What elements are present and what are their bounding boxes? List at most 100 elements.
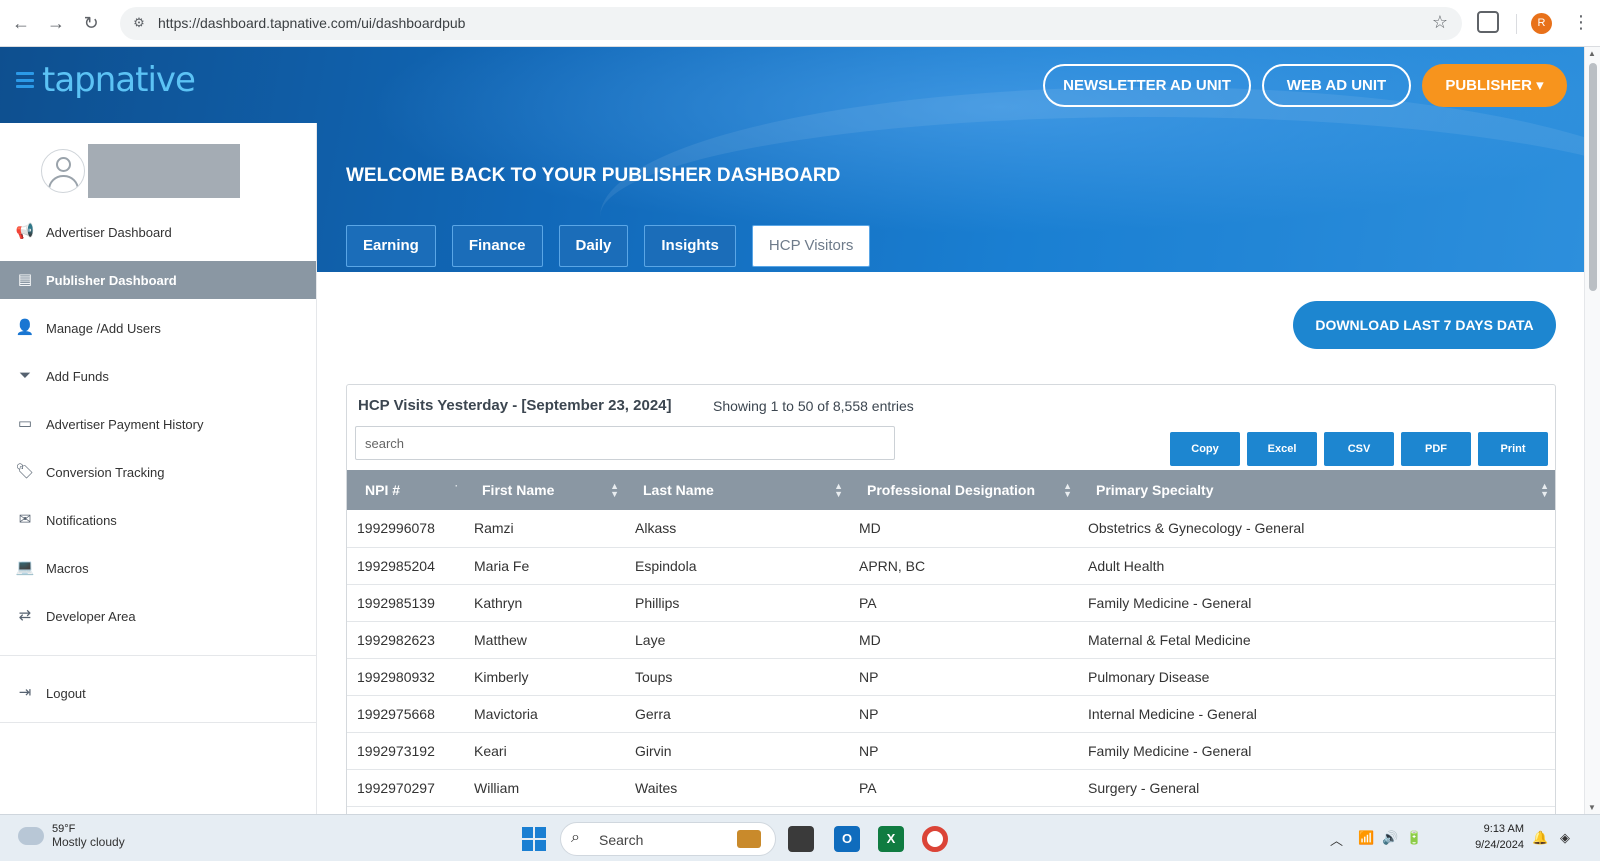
download-last-7-days-button[interactable]: DOWNLOAD LAST 7 DAYS DATA [1293,301,1556,349]
table-cell: PA [849,769,1078,807]
site-info-icon[interactable]: ⚙ [130,14,148,32]
laptop-code-icon: 💻 [15,559,35,576]
copilot-icon[interactable]: ◈ [1560,830,1570,846]
newsletter-ad-unit-button[interactable]: NEWSLETTER AD UNIT [1043,64,1251,107]
column-header-first-name[interactable]: First Name ▲ ▼ [464,470,625,510]
weather-widget[interactable]: 59°F Mostly cloudy [16,821,125,849]
table-row[interactable]: 1992980932 Kimberly Toups NP Pulmonary Disea… [347,658,1555,696]
table-cell: Alkass [625,510,849,548]
sidebar-item-publisher-dashboard[interactable]: ▤ Publisher Dashboard [0,261,316,299]
table-row[interactable]: 1992985139 Kathryn Phillips PA Family Medici… [347,584,1555,622]
system-clock[interactable]: 9:13 AM 9/24/2024 [1452,821,1524,853]
table-row[interactable]: 1992970297 William Waites PA Surgery - Gener… [347,769,1555,807]
tag-icon: 🏷 [15,463,35,480]
battery-icon[interactable]: 🔋 [1406,830,1422,846]
address-bar[interactable]: ⚙ https://dashboard.tapnative.com/ui/das… [120,7,1462,40]
sort-icon[interactable]: ▲ ▼ [834,482,843,499]
pdf-button[interactable]: PDF [1401,432,1471,466]
url-text[interactable]: https://dashboard.tapnative.com/ui/dashb… [158,15,465,31]
bookmark-star-icon[interactable]: ☆ [1432,12,1448,33]
windows-start-icon[interactable] [522,827,546,851]
sidebar-item-developer-area[interactable]: ⇄ Developer Area [0,597,316,635]
back-icon[interactable]: ← [10,12,32,34]
table-body: 1992996078 Ramzi Alkass MD Obstetrics & Gyne… [347,510,1555,807]
logo[interactable]: tapnative [16,60,196,100]
hamburger-menu-icon[interactable] [16,72,34,88]
print-button[interactable]: Print [1478,432,1548,466]
sidebar-item-manage-users[interactable]: 👤 Manage /Add Users [0,309,316,347]
scrollbar-thumb[interactable] [1589,63,1597,291]
table-cell: Maria Fe [464,547,625,585]
sort-icon[interactable]: ▲ ▼ [1540,482,1549,499]
table-cell: NP [849,658,1078,696]
table-cell: Laye [625,621,849,659]
column-header-designation[interactable]: Professional Designation ▲ ▼ [849,470,1078,510]
show-hidden-icons[interactable]: ︿ [1330,830,1343,849]
excel-button[interactable]: Excel [1247,432,1317,466]
briefcase-icon [737,830,761,848]
sidebar-item-notifications[interactable]: ✉ Notifications [0,501,316,539]
browser-menu-icon[interactable]: ⋮ [1572,12,1590,33]
csv-button[interactable]: CSV [1324,432,1394,466]
page-title: WELCOME BACK TO YOUR PUBLISHER DASHBOARD [346,165,841,186]
user-avatar[interactable] [41,149,85,193]
sign-out-icon: ⇥ [18,684,32,701]
file-explorer-icon[interactable] [788,826,814,852]
table-row[interactable]: 1992985204 Maria Fe Espindola APRN, BC Adult… [347,547,1555,585]
column-header-last-name[interactable]: Last Name ▲ ▼ [625,470,849,510]
table-row[interactable]: 1992982623 Matthew Laye MD Maternal & Fetal … [347,621,1555,659]
sidebar-item-macros[interactable]: 💻 Macros [0,549,316,587]
table-cell: Toups [625,658,849,696]
tab-daily[interactable]: Daily [558,225,629,267]
sidebar-item-logout[interactable]: ⇥ Logout [0,674,316,712]
tab-earning[interactable]: Earning [346,225,436,267]
extensions-icon[interactable] [1477,11,1499,33]
tab-insights[interactable]: Insights [644,225,736,267]
sort-icon[interactable]: ▲ ▼ [1063,482,1072,499]
tab-hcp-visitors[interactable]: HCP Visitors [751,225,871,267]
taskbar-search[interactable]: ⌕ Search [560,822,776,856]
scroll-down-icon[interactable]: ▼ [1588,803,1596,812]
table-cell: 1992985139 [347,584,464,622]
redacted-username [88,144,240,198]
table-row[interactable]: 1992973192 Keari Girvin NP Family Medicine -… [347,732,1555,770]
forward-icon[interactable]: → [45,12,67,34]
volume-icon[interactable]: 🔊 [1382,830,1398,846]
reload-icon[interactable]: ↻ [80,12,102,34]
notification-bell-icon[interactable]: 🔔 [1532,830,1548,846]
sidebar-item-add-funds[interactable]: ⏷ Add Funds [0,357,316,395]
hcp-visits-panel: HCP Visits Yesterday - [September 23, 20… [346,384,1556,814]
publisher-dropdown-button[interactable]: PUBLISHER ▾ [1422,64,1567,107]
sidebar: 📢 Advertiser Dashboard ▤ Publisher Dashb… [0,123,317,814]
column-header-npi[interactable]: NPI # · [347,470,464,510]
sidebar-item-advertiser-dashboard[interactable]: 📢 Advertiser Dashboard [0,213,316,251]
table-row[interactable]: 1992975668 Mavictoria Gerra NP Internal Medi… [347,695,1555,733]
hcp-visitors-table: NPI # · First Name ▲ ▼ Last Name ▲ ▼ Professi… [347,470,1555,807]
sidebar-item-label: Conversion Tracking [46,464,165,480]
table-cell: William [464,769,625,807]
page-scrollbar[interactable]: ▲ ▼ [1584,47,1600,814]
table-cell: Family Medicine - General [1078,584,1555,622]
table-cell: 1992982623 [347,621,464,659]
table-row[interactable]: 1992996078 Ramzi Alkass MD Obstetrics & Gyne… [347,510,1555,548]
profile-avatar[interactable]: R [1531,13,1552,34]
weather-description: Mostly cloudy [52,835,125,849]
sort-icon[interactable]: · [455,482,458,491]
web-ad-unit-button[interactable]: WEB AD UNIT [1262,64,1411,107]
export-buttons: Copy Excel CSV PDF Print [1170,432,1555,466]
chrome-icon[interactable] [922,826,948,852]
sidebar-item-conversion-tracking[interactable]: 🏷 Conversion Tracking [0,453,316,491]
scroll-up-icon[interactable]: ▲ [1588,49,1596,58]
tab-finance[interactable]: Finance [451,225,543,267]
outlook-icon[interactable]: O [834,826,860,852]
wifi-icon[interactable]: 📶 [1358,830,1374,846]
sidebar-item-payment-history[interactable]: ▭ Advertiser Payment History [0,405,316,443]
column-header-specialty[interactable]: Primary Specialty ▲ ▼ [1078,470,1555,510]
copy-button[interactable]: Copy [1170,432,1240,466]
table-cell: Matthew [464,621,625,659]
sidebar-item-label: Developer Area [46,608,136,624]
excel-icon[interactable]: X [878,826,904,852]
table-cell: PA [849,584,1078,622]
sort-icon[interactable]: ▲ ▼ [610,482,619,499]
table-search-input[interactable] [355,426,895,460]
